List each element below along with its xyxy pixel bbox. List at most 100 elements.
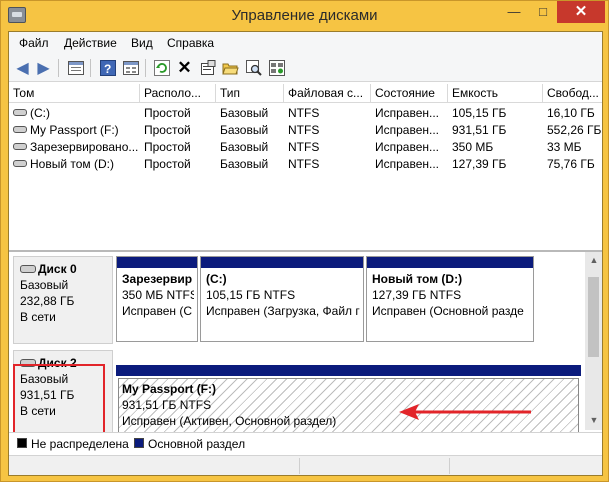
disk-0-label[interactable]: Диск 0 Базовый 232,88 ГБ В сети bbox=[13, 256, 113, 344]
column-header-type[interactable]: Тип bbox=[216, 84, 284, 103]
column-header-filesystem[interactable]: Файловая с... bbox=[284, 84, 371, 103]
status-separator bbox=[449, 458, 450, 474]
client-area: Файл Действие Вид Справка ◀ ▶ ? ✕ Том Ра… bbox=[8, 31, 603, 476]
status-cell: Исправен... bbox=[375, 123, 440, 137]
disk-graphical-view: Диск 0 Базовый 232,88 ГБ В сети Зарезерв… bbox=[9, 250, 602, 440]
type-cell: Базовый bbox=[220, 123, 269, 137]
table-row[interactable]: My Passport (F:) Простой Базовый NTFS Ис… bbox=[9, 122, 602, 139]
partition-d[interactable]: Новый том (D:) 127,39 ГБ NTFS Исправен (… bbox=[366, 256, 534, 342]
column-header-capacity[interactable]: Емкость bbox=[448, 84, 543, 103]
scroll-down-icon[interactable]: ▼ bbox=[587, 414, 601, 427]
menu-help[interactable]: Справка bbox=[167, 36, 214, 50]
disk-settings-icon[interactable] bbox=[267, 58, 286, 77]
status-cell: Исправен... bbox=[375, 157, 440, 171]
maximize-button[interactable]: □ bbox=[529, 1, 557, 23]
column-header-status[interactable]: Состояние bbox=[371, 84, 448, 103]
volume-icon bbox=[13, 143, 27, 151]
partition-reserved[interactable]: Зарезервир 350 МБ NTFS Исправен (С bbox=[116, 256, 198, 342]
primary-partition-bar bbox=[116, 365, 581, 376]
status-bar bbox=[9, 455, 602, 475]
back-arrow-icon[interactable]: ◀ bbox=[13, 58, 32, 77]
partition-name: My Passport (F:) bbox=[122, 382, 217, 396]
partition-c[interactable]: (C:) 105,15 ГБ NTFS Исправен (Загрузка, … bbox=[200, 256, 364, 342]
free-cell: 33 МБ bbox=[547, 140, 582, 154]
layout-cell: Простой bbox=[144, 123, 191, 137]
close-button[interactable]: ✕ bbox=[557, 1, 605, 23]
menu-view[interactable]: Вид bbox=[131, 36, 153, 50]
filesystem-cell: NTFS bbox=[288, 123, 320, 137]
filesystem-cell: NTFS bbox=[288, 106, 320, 120]
minimize-button[interactable]: — bbox=[499, 1, 529, 23]
legend-primary: Основной раздел bbox=[148, 437, 246, 451]
toolbar-separator bbox=[90, 59, 91, 77]
partition-text: (C:) 105,15 ГБ NTFS Исправен (Загрузка, … bbox=[206, 271, 360, 319]
partition-size: 127,39 ГБ NTFS bbox=[372, 288, 462, 302]
partition-my-passport[interactable]: My Passport (F:) 931,51 ГБ NTFS Исправен… bbox=[116, 365, 581, 437]
delete-x-icon[interactable]: ✕ bbox=[175, 58, 194, 77]
primary-partition-bar bbox=[367, 257, 533, 268]
disk-icon bbox=[20, 264, 36, 273]
status-separator bbox=[299, 458, 300, 474]
volume-name: Новый том (D:) bbox=[30, 157, 114, 171]
volume-icon bbox=[13, 126, 27, 134]
forward-arrow-icon[interactable]: ▶ bbox=[34, 58, 53, 77]
layout-cell: Простой bbox=[144, 106, 191, 120]
help-icon[interactable]: ? bbox=[98, 58, 117, 77]
volume-icon bbox=[13, 160, 27, 168]
capacity-cell: 105,15 ГБ bbox=[452, 106, 507, 120]
scroll-up-icon[interactable]: ▲ bbox=[587, 254, 601, 267]
partition-name: (C:) bbox=[206, 272, 227, 286]
red-arrow-annotation bbox=[399, 404, 531, 420]
free-cell: 75,76 ГБ bbox=[547, 157, 595, 171]
partition-status: Исправен (С bbox=[122, 304, 193, 318]
status-cell: Исправен... bbox=[375, 106, 440, 120]
disk-type: Базовый bbox=[20, 278, 69, 292]
capacity-cell: 127,39 ГБ bbox=[452, 157, 507, 171]
partition-size: 105,15 ГБ NTFS bbox=[206, 288, 296, 302]
refresh-icon[interactable] bbox=[152, 58, 171, 77]
column-header-free[interactable]: Свобод... bbox=[543, 84, 602, 103]
legend-swatch-primary bbox=[134, 438, 144, 448]
partition-text: Зарезервир 350 МБ NTFS Исправен (С bbox=[122, 271, 194, 319]
menu-bar: Файл Действие Вид Справка bbox=[9, 32, 602, 54]
legend-swatch-unallocated bbox=[17, 438, 27, 448]
free-cell: 16,10 ГБ bbox=[547, 106, 595, 120]
title-bar[interactable]: Управление дисками — □ ✕ bbox=[1, 1, 608, 31]
primary-partition-bar bbox=[117, 257, 197, 268]
table-row[interactable]: Новый том (D:) Простой Базовый NTFS Испр… bbox=[9, 156, 602, 173]
properties-icon[interactable] bbox=[198, 58, 217, 77]
svg-text:?: ? bbox=[104, 62, 111, 76]
disk-size: 232,88 ГБ bbox=[20, 294, 75, 308]
column-header-layout[interactable]: Располо... bbox=[140, 84, 216, 103]
partition-status: Исправен (Загрузка, Файл г bbox=[206, 304, 360, 318]
column-header-volume[interactable]: Том bbox=[9, 84, 140, 103]
disk-management-window: Управление дисками — □ ✕ Файл Действие В… bbox=[0, 0, 609, 482]
capacity-cell: 931,51 ГБ bbox=[452, 123, 507, 137]
filesystem-cell: NTFS bbox=[288, 140, 320, 154]
volume-name: Зарезервировано... bbox=[30, 140, 139, 154]
partition-status: Исправен (Основной разде bbox=[372, 304, 524, 318]
status-cell: Исправен... bbox=[375, 140, 440, 154]
table-row[interactable]: Зарезервировано... Простой Базовый NTFS … bbox=[9, 139, 602, 156]
menu-action[interactable]: Действие bbox=[64, 36, 117, 50]
disk-name: Диск 0 bbox=[38, 262, 77, 276]
type-cell: Базовый bbox=[220, 140, 269, 154]
legend: Не распределена Основной раздел bbox=[9, 432, 602, 454]
disk-status: В сети bbox=[20, 310, 56, 324]
scrollbar-thumb[interactable] bbox=[588, 277, 599, 357]
volume-name: My Passport (F:) bbox=[30, 123, 119, 137]
layout-cell: Простой bbox=[144, 157, 191, 171]
partition-text: Новый том (D:) 127,39 ГБ NTFS Исправен (… bbox=[372, 271, 530, 319]
search-magnifier-icon[interactable] bbox=[244, 58, 263, 77]
open-folder-icon[interactable] bbox=[221, 58, 240, 77]
vertical-scrollbar[interactable]: ▲ ▼ bbox=[585, 252, 602, 430]
toolbar-separator bbox=[145, 59, 146, 77]
partition-size: 350 МБ NTFS bbox=[122, 288, 194, 302]
console-tree-icon[interactable] bbox=[66, 58, 85, 77]
filesystem-cell: NTFS bbox=[288, 157, 320, 171]
volume-name: (C:) bbox=[30, 106, 50, 120]
menu-file[interactable]: Файл bbox=[19, 36, 49, 50]
capacity-cell: 350 МБ bbox=[452, 140, 494, 154]
properties-grid-icon[interactable] bbox=[121, 58, 140, 77]
table-row[interactable]: (C:) Простой Базовый NTFS Исправен... 10… bbox=[9, 105, 602, 122]
